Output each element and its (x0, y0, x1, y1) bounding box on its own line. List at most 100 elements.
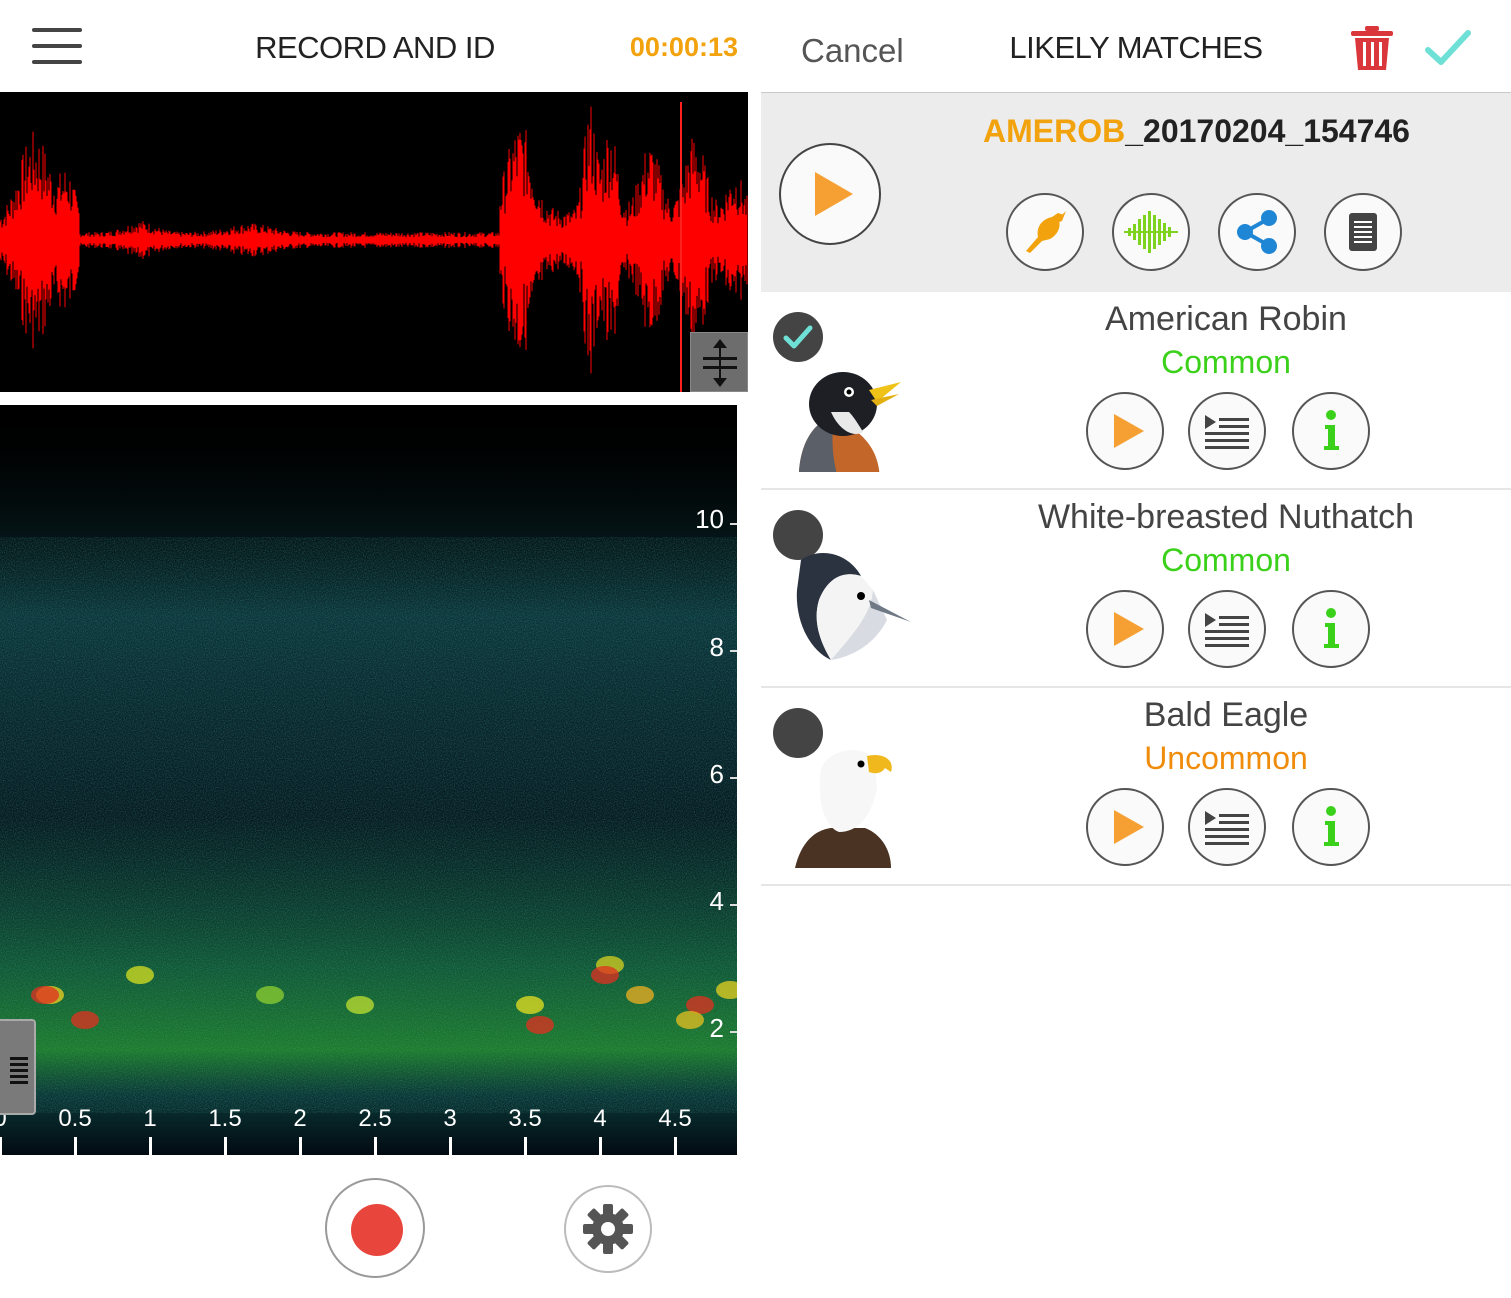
confirm-check-icon[interactable] (1425, 28, 1471, 68)
notes-button[interactable] (1324, 193, 1402, 271)
recording-timer: 00:00:13 (629, 32, 738, 62)
x-tick (449, 1137, 452, 1155)
white-breasted-nuthatch-image (796, 553, 911, 660)
species-info-button[interactable] (1292, 788, 1370, 866)
match-row[interactable]: American Robin Common (761, 292, 1511, 490)
spectrogram-hotspot (516, 996, 544, 1014)
bird-id-button[interactable] (1006, 193, 1084, 271)
species-info-button[interactable] (1292, 590, 1370, 668)
spectrogram-hotspot (346, 996, 374, 1014)
species-name: White-breasted Nuthatch (1037, 498, 1415, 536)
american-robin-image (798, 372, 901, 472)
play-icon (815, 172, 853, 216)
y-tick-label: 4 (709, 886, 724, 916)
x-tick-label: 4 (593, 1105, 607, 1132)
info-icon (1324, 806, 1339, 846)
waveform-trace (0, 106, 748, 374)
play-icon (1114, 810, 1144, 844)
sound-wave-icon (1124, 211, 1178, 253)
trash-icon[interactable] (1349, 24, 1395, 72)
bald-eagle-image (795, 750, 892, 868)
species-name: Bald Eagle (1143, 696, 1309, 734)
view-list-button[interactable] (1188, 392, 1266, 470)
record-button[interactable] (325, 1178, 425, 1278)
x-tick (524, 1137, 527, 1155)
x-tick (674, 1137, 677, 1155)
spectrogram-hotspot (126, 966, 154, 984)
play-icon (1114, 612, 1144, 646)
cancel-button[interactable]: Cancel (801, 32, 904, 70)
y-tick (730, 523, 737, 525)
x-tick (74, 1137, 77, 1155)
x-tick (149, 1137, 152, 1155)
x-tick-label: 2 (293, 1105, 307, 1132)
x-tick-label: 1.5 (208, 1105, 242, 1132)
x-tick (599, 1137, 602, 1155)
view-list-button[interactable] (1188, 788, 1266, 866)
y-tick-label: 8 (709, 632, 724, 662)
x-tick (224, 1137, 227, 1155)
spectrogram-hotspot (676, 1011, 704, 1029)
species-info-button[interactable] (1292, 392, 1370, 470)
matches-title: LIKELY MATCHES (1009, 30, 1263, 65)
spectrogram-view[interactable] (0, 405, 737, 1155)
y-tick (730, 777, 737, 779)
y-tick (730, 1031, 737, 1033)
match-row[interactable]: Bald Eagle Uncommon (761, 688, 1511, 886)
y-tick-label: 2 (709, 1013, 724, 1043)
settings-button[interactable] (564, 1185, 652, 1273)
recording-card: AMEROB_20170204_154746 (761, 92, 1511, 292)
play-recording-button[interactable] (779, 143, 881, 245)
playhead-cursor (680, 102, 682, 392)
document-icon (1349, 213, 1377, 251)
info-icon (1324, 410, 1339, 450)
menu-icon[interactable] (32, 28, 82, 66)
play-sample-button[interactable] (1086, 788, 1164, 866)
list-icon (1205, 613, 1249, 647)
spectrogram-hotspot (526, 1016, 554, 1034)
y-tick (730, 650, 737, 652)
species-name: American Robin (1105, 300, 1347, 338)
spectrogram-hotspot (626, 986, 654, 1004)
view-list-button[interactable] (1188, 590, 1266, 668)
waveform-view[interactable] (0, 92, 748, 392)
species-status: Common (1161, 542, 1291, 578)
x-tick-label: 3.5 (508, 1105, 542, 1132)
resize-handle-icon[interactable] (690, 332, 748, 392)
y-tick-label: 6 (709, 759, 724, 789)
x-tick-label: 3 (443, 1105, 457, 1132)
record-panel: RECORD AND ID 00:00:13 10 8 6 4 2 0 0.5 … (0, 0, 760, 1298)
scroll-handle-icon[interactable] (0, 1019, 36, 1115)
species-status: Common (1161, 344, 1291, 380)
info-icon (1324, 608, 1339, 648)
page-title: RECORD AND ID (255, 30, 495, 65)
match-row[interactable]: White-breasted Nuthatch Common (761, 490, 1511, 688)
x-tick-label: 2.5 (358, 1105, 392, 1132)
x-tick (299, 1137, 302, 1155)
matches-panel: Cancel LIKELY MATCHES AMEROB_20170204_15… (761, 0, 1511, 1298)
play-icon (1114, 414, 1144, 448)
gear-icon (583, 1204, 633, 1254)
x-tick-label: 4.5 (658, 1105, 692, 1132)
x-tick-label: 0.5 (58, 1105, 92, 1132)
x-tick (374, 1137, 377, 1155)
spectrogram-hotspot (31, 986, 59, 1004)
list-icon (1205, 415, 1249, 449)
bird-icon (1026, 211, 1066, 253)
recording-name: AMEROB_20170204_154746 (983, 113, 1410, 149)
play-sample-button[interactable] (1086, 392, 1164, 470)
spectrogram-hotspot (71, 1011, 99, 1029)
species-status: Uncommon (1144, 740, 1308, 776)
sonogram-button[interactable] (1112, 193, 1190, 271)
x-tick (0, 1137, 2, 1155)
share-button[interactable] (1218, 193, 1296, 271)
share-icon (1237, 210, 1277, 254)
record-icon (351, 1204, 403, 1256)
play-sample-button[interactable] (1086, 590, 1164, 668)
list-icon (1205, 811, 1249, 845)
spectrogram-hotspot (591, 966, 619, 984)
spectrogram-hotspot (256, 986, 284, 1004)
y-tick (730, 904, 737, 906)
y-tick-label: 10 (695, 504, 724, 534)
x-tick-label: 1 (143, 1105, 157, 1132)
